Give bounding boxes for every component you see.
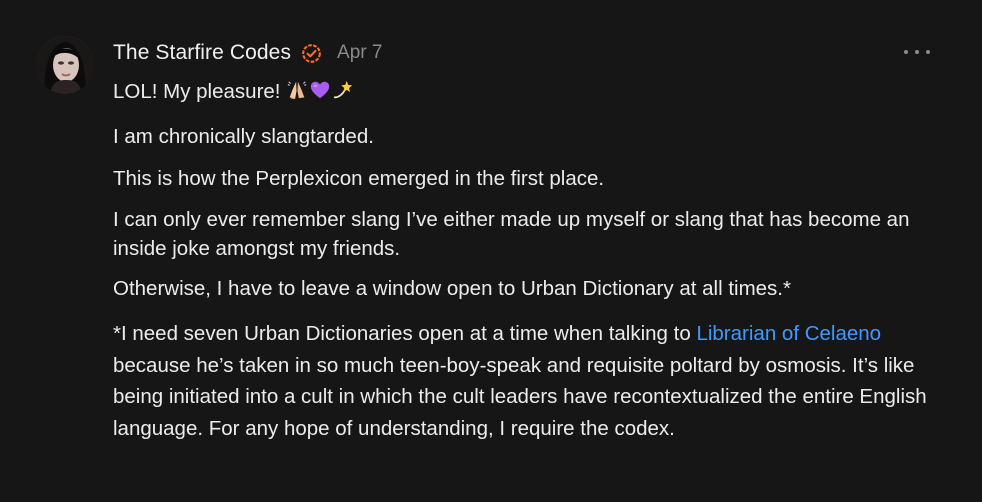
paragraph: This is how the Perplexicon emerged in t… bbox=[113, 167, 605, 190]
paragraph: I can only ever remember slang I’ve eith… bbox=[113, 208, 910, 260]
paragraph-text: because he’s taken in so much teen-boy-s… bbox=[113, 353, 927, 440]
mention-link[interactable]: Librarian of Celaeno bbox=[696, 322, 881, 345]
folded-hands-icon bbox=[286, 79, 308, 101]
dot bbox=[926, 50, 930, 54]
dizzy-star-icon bbox=[332, 79, 354, 101]
paragraph-text: *I need seven Urban Dictionaries open at… bbox=[113, 322, 697, 345]
comment-header: The Starfire Codes Apr 7 bbox=[113, 38, 382, 68]
paragraph: Otherwise, I have to leave a window open… bbox=[113, 277, 791, 300]
more-options-icon[interactable] bbox=[904, 44, 930, 60]
dot bbox=[915, 50, 919, 54]
comment: The Starfire Codes Apr 7 LOL! My pleasur… bbox=[0, 0, 982, 502]
paragraph: *I need seven Urban Dictionaries open at… bbox=[113, 318, 963, 444]
purple-heart-icon bbox=[309, 79, 331, 101]
author-name[interactable]: The Starfire Codes bbox=[113, 41, 291, 65]
author-avatar[interactable] bbox=[36, 36, 94, 94]
paragraph: I am chronically slangtarded. bbox=[113, 125, 374, 148]
comment-body: LOL! My pleasure! I am chronically slang… bbox=[113, 76, 963, 444]
paragraph: LOL! My pleasure! bbox=[113, 76, 963, 108]
comment-date[interactable]: Apr 7 bbox=[337, 42, 382, 64]
dot bbox=[904, 50, 908, 54]
paragraph-text: LOL! My pleasure! bbox=[113, 80, 281, 103]
verified-badge-icon bbox=[301, 43, 322, 64]
profile-photo bbox=[36, 36, 94, 94]
